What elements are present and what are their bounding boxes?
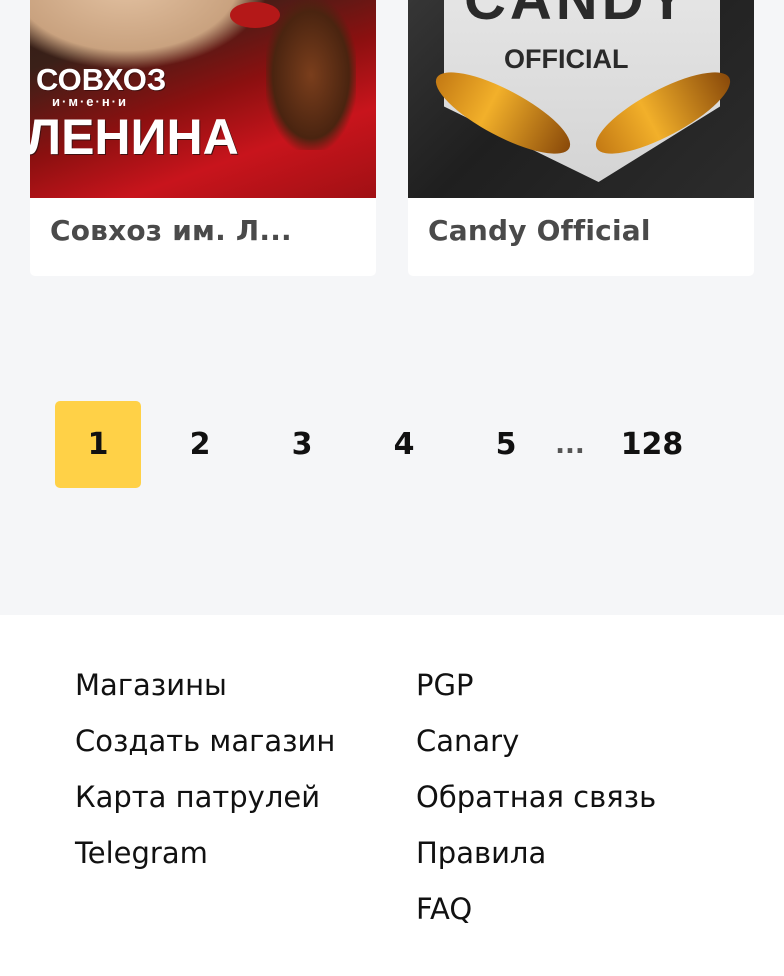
footer-link-create-shop[interactable]: Создать магазин — [75, 719, 335, 775]
logo-art-hair — [266, 0, 356, 150]
footer-link-shops[interactable]: Магазины — [75, 663, 335, 719]
shop-logo-image[interactable]: СОВХОЗ и·м·е·н·и ЛЕНИНА — [30, 0, 376, 198]
shop-title[interactable]: Совхоз им. Л... — [50, 214, 356, 247]
logo-text-line2: и·м·е·н·и — [52, 94, 128, 109]
footer-link-pgp[interactable]: PGP — [416, 663, 656, 719]
shop-grid: СОВХОЗ и·м·е·н·и ЛЕНИНА Совхоз им. Л... … — [0, 0, 784, 276]
page-button-1[interactable]: 1 — [55, 401, 141, 488]
footer-link-faq[interactable]: FAQ — [416, 887, 656, 943]
pagination-ellipsis: ... — [555, 429, 585, 460]
logo-text-line1: СОВХОЗ — [36, 62, 167, 97]
footer-link-telegram[interactable]: Telegram — [75, 831, 335, 887]
footer-link-patrol-map[interactable]: Карта патрулей — [75, 775, 335, 831]
logo-text-line3: ЛЕНИНА — [30, 109, 239, 165]
shop-title[interactable]: Candy Official — [428, 214, 734, 247]
page-button-last[interactable]: 128 — [609, 401, 695, 488]
shop-card[interactable]: СОВХОЗ и·м·е·н·и ЛЕНИНА Совхоз им. Л... — [30, 0, 376, 276]
shop-logo-image[interactable]: CANDY OFFICIAL — [408, 0, 754, 198]
page-button-4[interactable]: 4 — [361, 401, 447, 488]
logo-text-line1: CANDY — [464, 0, 690, 33]
shop-card[interactable]: CANDY OFFICIAL Candy Official — [408, 0, 754, 276]
logo-text-line2: OFFICIAL — [504, 44, 629, 74]
footer-column-left: Магазины Создать магазин Карта патрулей … — [75, 663, 335, 887]
page-button-5[interactable]: 5 — [463, 401, 549, 488]
page-button-3[interactable]: 3 — [259, 401, 345, 488]
page-button-2[interactable]: 2 — [157, 401, 243, 488]
footer-column-right: PGP Canary Обратная связь Правила FAQ — [416, 663, 656, 943]
footer-link-canary[interactable]: Canary — [416, 719, 656, 775]
footer: Магазины Создать магазин Карта патрулей … — [0, 615, 784, 976]
footer-link-rules[interactable]: Правила — [416, 831, 656, 887]
footer-link-feedback[interactable]: Обратная связь — [416, 775, 656, 831]
